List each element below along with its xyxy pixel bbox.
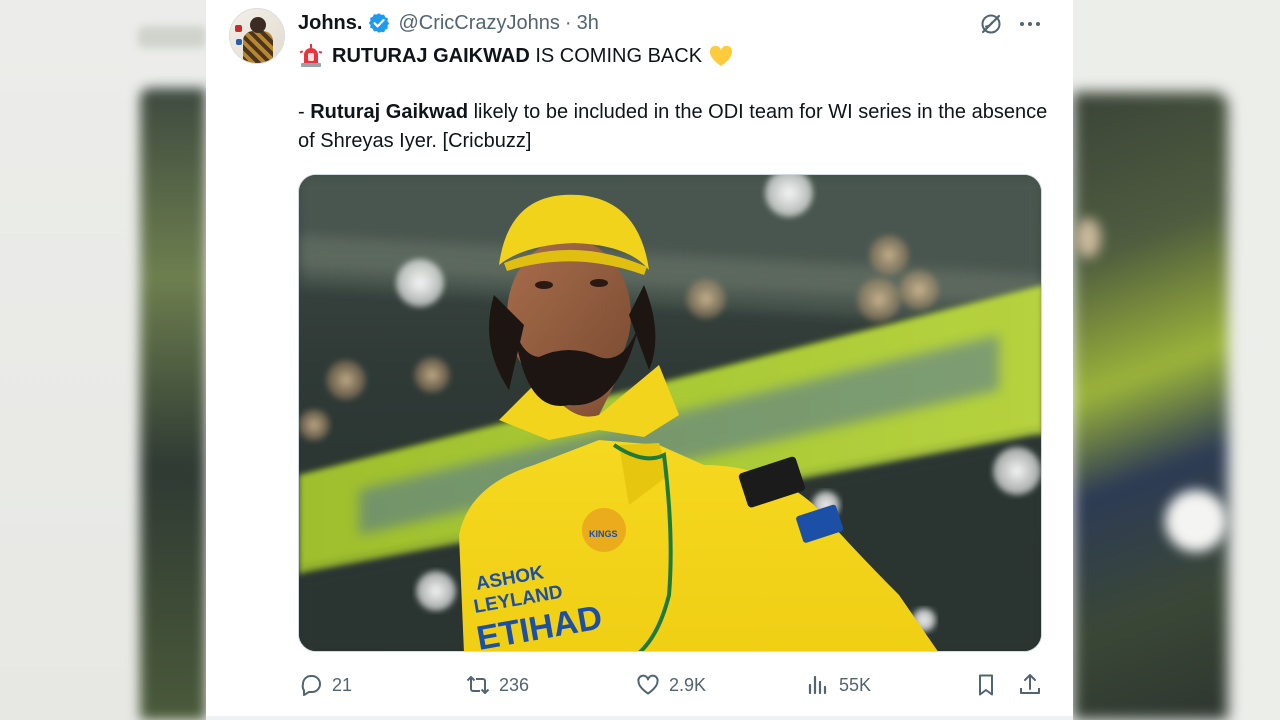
author-display-name[interactable]: Johns. xyxy=(298,12,362,35)
tweet-card[interactable]: Johns. @CricCrazyJohns · 3h RUTURAJ GAIK… xyxy=(206,0,1073,720)
views-button[interactable]: 55K xyxy=(805,671,871,699)
tweet-actions-bar: 21 236 2.9K 55K xyxy=(298,671,1048,699)
bookmark-button[interactable] xyxy=(973,671,999,699)
player-photo-illustration: ASHOK LEYLAND ETIHAD KINGS xyxy=(299,175,1041,651)
bookmark-icon xyxy=(979,674,993,696)
tweet-media-image[interactable]: ASHOK LEYLAND ETIHAD KINGS xyxy=(298,174,1042,652)
headline-bold-name: RUTURAJ GAIKWAD xyxy=(332,44,530,67)
share-icon xyxy=(1020,674,1040,694)
grok-icon[interactable] xyxy=(978,11,1004,37)
like-button[interactable]: 2.9K xyxy=(635,671,706,699)
like-icon xyxy=(637,674,659,695)
author-handle[interactable]: @CricCrazyJohns xyxy=(398,12,559,35)
repost-icon xyxy=(466,676,490,694)
repost-count: 236 xyxy=(499,674,530,695)
tweet-headline: RUTURAJ GAIKWAD IS COMING BACK xyxy=(298,41,734,71)
reply-icon xyxy=(301,675,321,696)
tweet-body: - Ruturaj Gaikwad likely to be included … xyxy=(298,98,1048,156)
blurred-background-right xyxy=(1073,0,1280,720)
separator-dot: · xyxy=(564,11,572,34)
body-prefix: - xyxy=(298,101,311,123)
card-bottom-divider xyxy=(206,716,1073,720)
post-time[interactable]: 3h xyxy=(577,12,599,35)
yellow-heart-emoji-icon xyxy=(708,43,734,69)
verified-badge-icon xyxy=(368,12,390,34)
views-icon xyxy=(808,675,827,695)
avatar[interactable] xyxy=(229,8,285,64)
repost-button[interactable]: 236 xyxy=(465,671,529,699)
reply-count: 21 xyxy=(332,674,353,695)
views-count: 55K xyxy=(839,674,872,695)
like-count: 2.9K xyxy=(669,674,707,695)
headline-rest: IS COMING BACK xyxy=(529,44,703,67)
reply-button[interactable]: 21 xyxy=(298,671,352,699)
more-options-icon[interactable] xyxy=(1018,14,1042,34)
share-button[interactable] xyxy=(1017,671,1043,699)
tweet-header: Johns. @CricCrazyJohns · 3h xyxy=(298,11,599,35)
siren-emoji-icon xyxy=(298,43,324,69)
svg-text:KINGS: KINGS xyxy=(589,529,618,539)
body-bold-name: Ruturaj Gaikwad xyxy=(310,101,469,123)
blurred-background-left xyxy=(0,0,206,720)
